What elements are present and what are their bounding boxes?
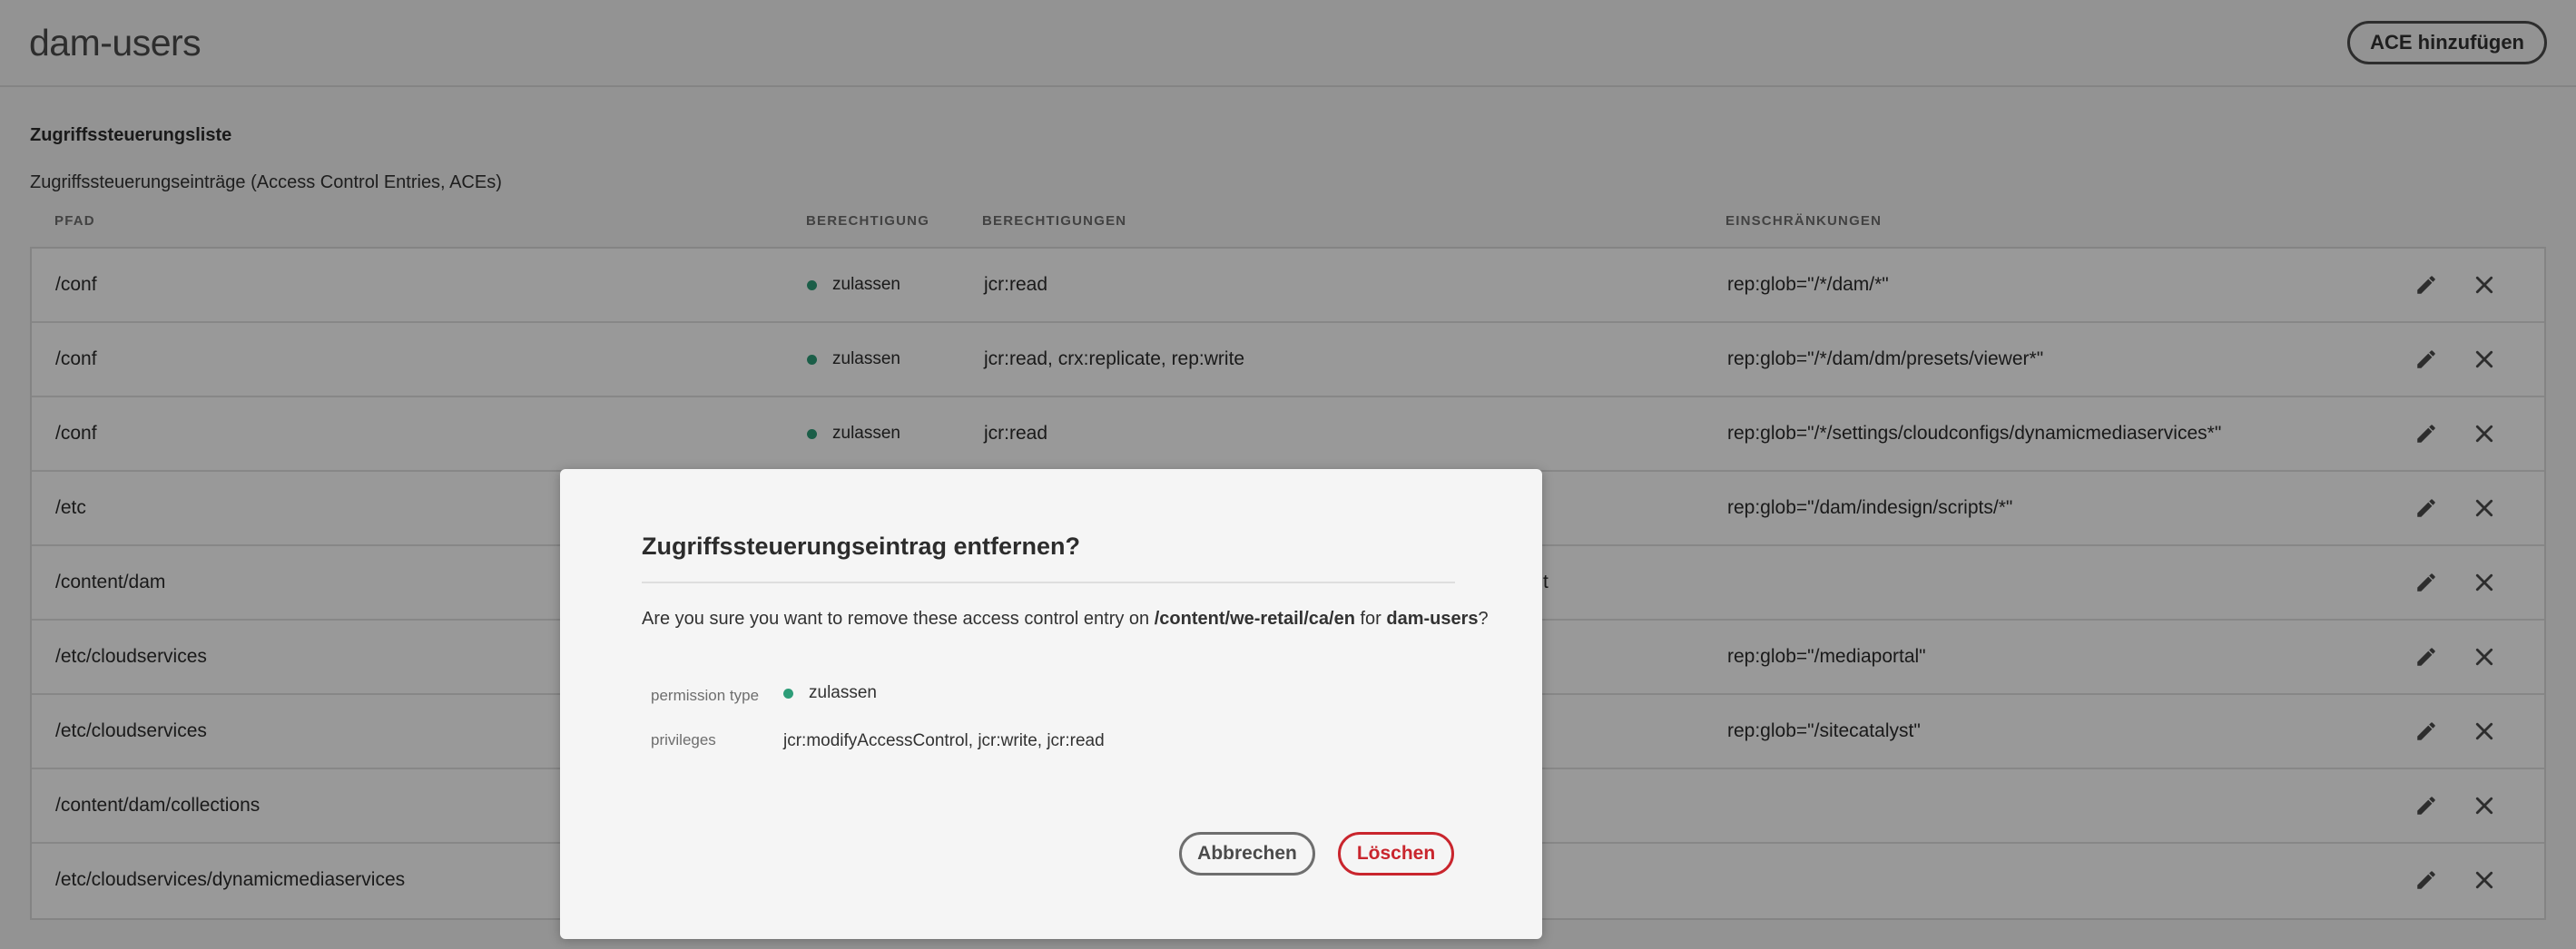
privileges-value: jcr:modifyAccessControl, jcr:write, jcr:… (783, 731, 1105, 750)
cancel-button[interactable]: Abbrechen (1179, 832, 1315, 876)
dialog-message-suffix: ? (1478, 609, 1489, 629)
dialog-message: Are you sure you want to remove these ac… (642, 609, 1489, 630)
dialog-message-prefix: Are you sure you want to remove these ac… (642, 609, 1155, 629)
dialog-message-path: /content/we-retail/ca/en (1154, 609, 1355, 629)
dialog-title: Zugriffssteuerungseintrag entfernen? (642, 533, 1081, 560)
dialog-divider (642, 582, 1455, 583)
allow-status-icon (783, 688, 793, 699)
privileges-label: privileges (651, 731, 716, 748)
delete-button[interactable]: Löschen (1338, 832, 1454, 876)
permission-type-value: zulassen (783, 683, 877, 703)
remove-ace-dialog: Zugriffssteuerungseintrag entfernen? Are… (560, 469, 1542, 939)
dialog-message-user: dam-users (1386, 609, 1479, 629)
dialog-message-for: for (1354, 609, 1387, 629)
permission-type-label: permission type (651, 687, 760, 704)
permission-type-text: zulassen (809, 683, 877, 702)
